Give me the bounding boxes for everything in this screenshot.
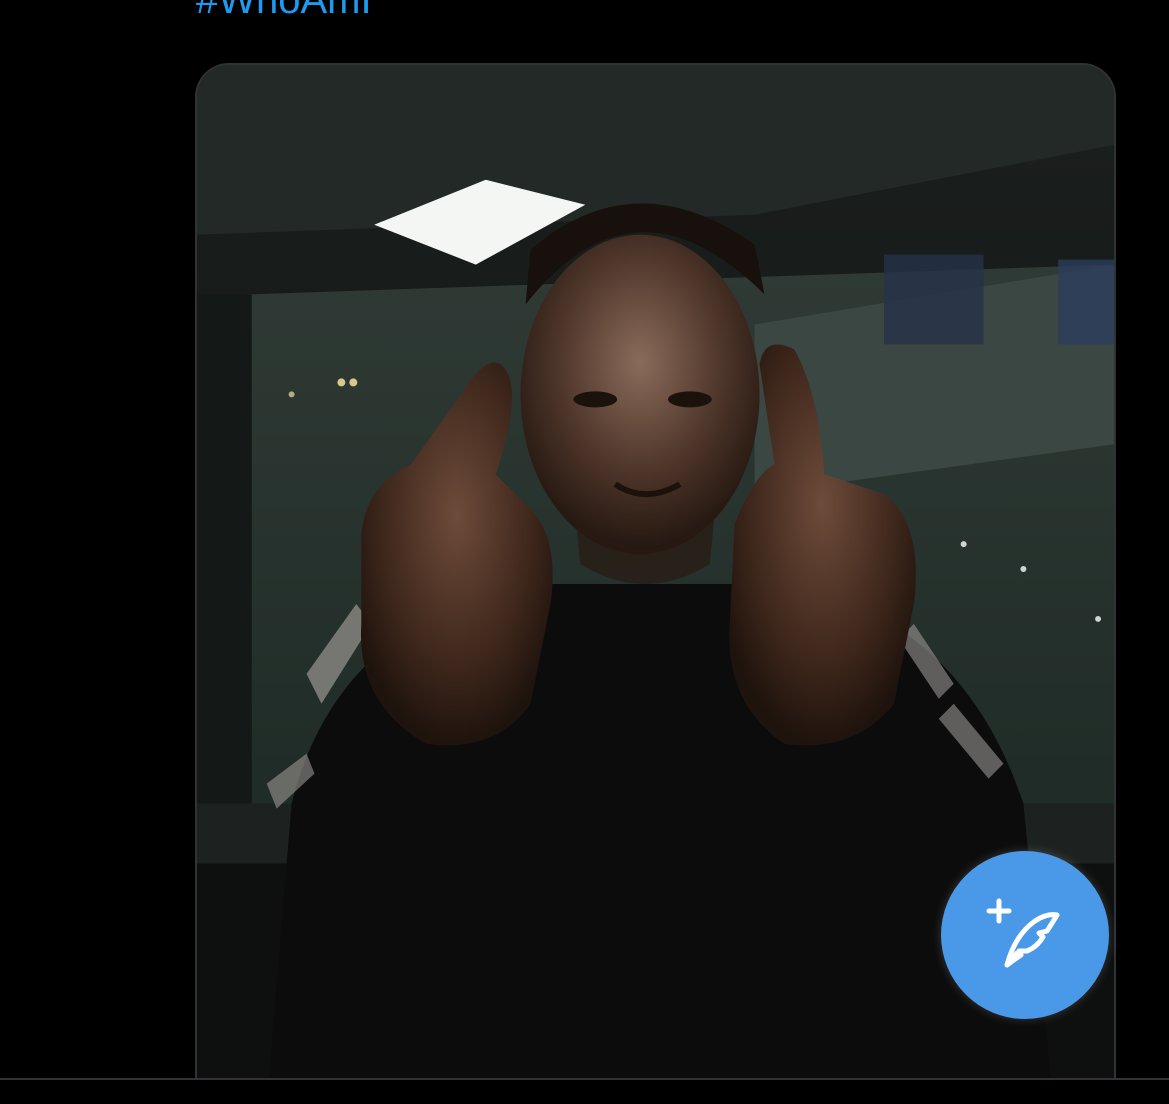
compose-tweet-button[interactable] (941, 851, 1109, 1019)
compose-tweet-icon (986, 898, 1060, 968)
timeline-view: #WhoAmI (0, 0, 1169, 1104)
bottom-divider (0, 1078, 1169, 1104)
hashtag-link[interactable]: #WhoAmI (196, 0, 372, 22)
